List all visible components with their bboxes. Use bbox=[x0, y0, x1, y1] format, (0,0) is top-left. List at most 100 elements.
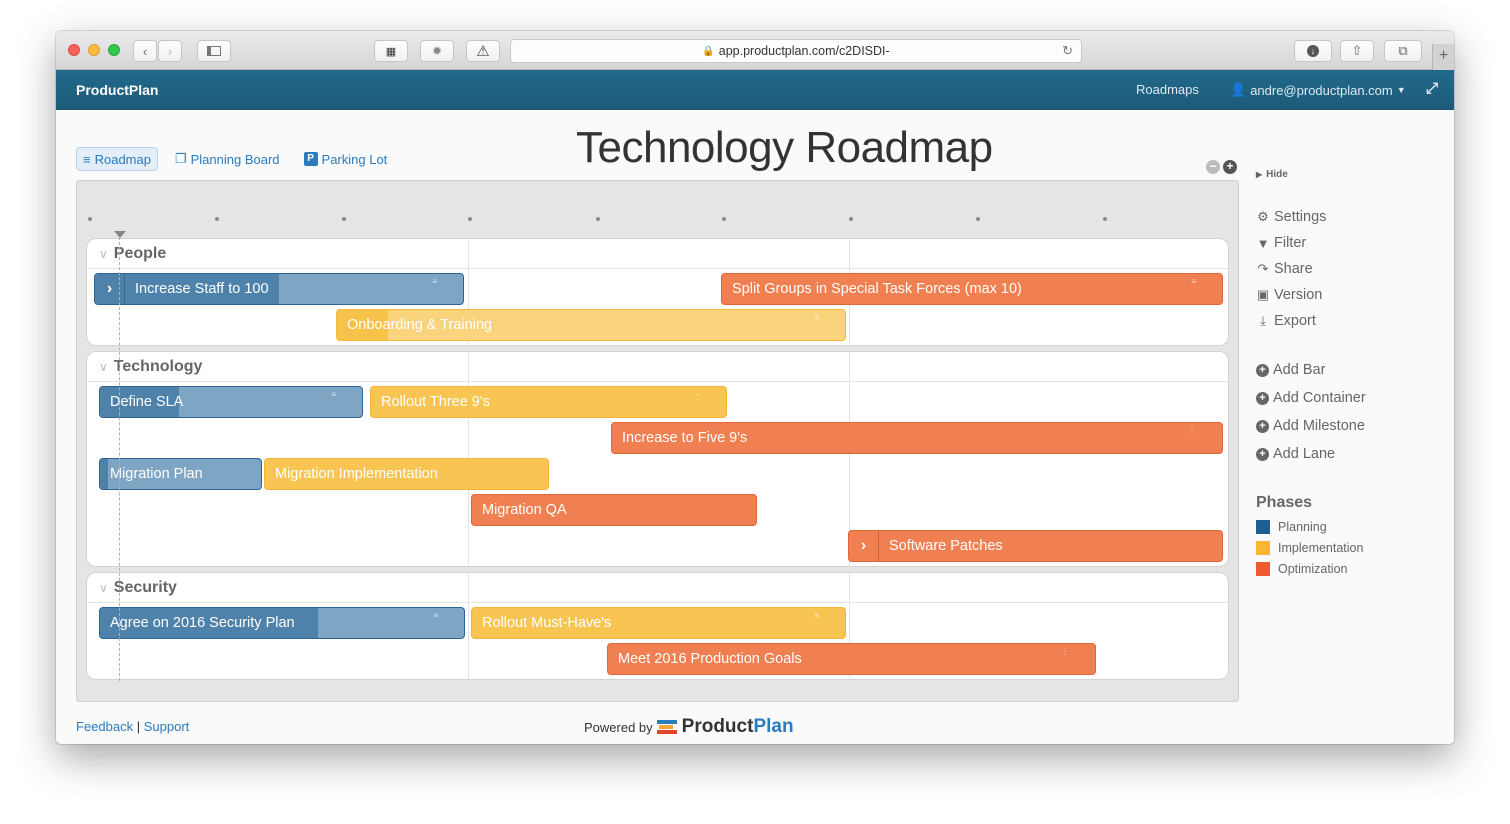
timeline-tick bbox=[976, 217, 980, 221]
settings-button[interactable]: ⚙ Settings bbox=[1256, 204, 1366, 230]
chevron-right-icon[interactable]: › bbox=[849, 531, 879, 561]
drag-handle-icon[interactable]: ≡ bbox=[432, 277, 437, 286]
phase-planning: Planning bbox=[1256, 516, 1366, 537]
nav-roadmaps-link[interactable]: Roadmaps bbox=[1136, 82, 1199, 97]
plus-circle-icon: + bbox=[1256, 391, 1269, 405]
new-tab-button[interactable]: + bbox=[1432, 44, 1454, 70]
bar-label: Rollout Three 9's bbox=[381, 394, 490, 410]
plus-circle-icon: + bbox=[1256, 363, 1269, 377]
lane-technology: ∨ Technology Define SLA ≡ Rollout Three … bbox=[86, 351, 1229, 567]
roadmap-bar[interactable]: Migration QA bbox=[471, 494, 757, 526]
bar-label: Rollout Must-Have's bbox=[482, 615, 612, 631]
back-button[interactable]: ‹ bbox=[133, 40, 157, 62]
gear-icon: ⚙ bbox=[1257, 209, 1269, 224]
warning-extension-button[interactable]: ⚠ bbox=[466, 40, 500, 62]
tabs-overview-button[interactable]: ⧉ bbox=[1384, 40, 1422, 62]
zoom-out-icon[interactable]: − bbox=[1206, 160, 1220, 174]
page-title: Technology Roadmap bbox=[576, 123, 993, 172]
roadmap-bar[interactable]: › Increase Staff to 100 ≡ bbox=[94, 273, 464, 305]
drag-handle-icon[interactable]: ⋮ bbox=[1061, 647, 1069, 656]
downloads-button[interactable]: ↓ bbox=[1294, 40, 1332, 62]
tab-roadmap[interactable]: ≡ Roadmap bbox=[76, 147, 158, 171]
action-label: Add Lane bbox=[1273, 446, 1336, 462]
roadmap-bar[interactable]: Rollout Must-Have's ≡ bbox=[471, 607, 846, 639]
productplan-wordmark[interactable]: ProductPlan bbox=[682, 716, 794, 738]
share-button[interactable]: ↷ Share bbox=[1256, 256, 1366, 282]
support-link[interactable]: Support bbox=[144, 719, 190, 734]
chevron-down-icon[interactable]: ∨ bbox=[99, 581, 108, 595]
hide-label: Hide bbox=[1266, 169, 1288, 180]
drag-handle-icon[interactable]: ≡ bbox=[1191, 277, 1196, 286]
tab-planning-board[interactable]: ❐ Planning Board bbox=[168, 147, 287, 171]
feedback-link[interactable]: Feedback bbox=[76, 719, 133, 734]
action-label: Add Bar bbox=[1273, 362, 1326, 378]
roadmap-bar[interactable]: Meet 2016 Production Goals ⋮ bbox=[607, 643, 1096, 675]
add-lane-button[interactable]: + Add Lane bbox=[1256, 440, 1366, 468]
bug-icon: ✹ bbox=[431, 44, 443, 58]
powered-by-text: Powered by bbox=[584, 719, 653, 735]
roadmap-bar[interactable]: Migration Plan bbox=[99, 458, 262, 490]
chevron-right-icon: › bbox=[167, 43, 173, 59]
view-tabs: ≡ Roadmap ❐ Planning Board P Parking Lot bbox=[76, 147, 394, 171]
sidebar-toggle-button[interactable] bbox=[197, 40, 231, 62]
roadmap-bar[interactable]: Define SLA ≡ bbox=[99, 386, 363, 418]
download-icon: ↓ bbox=[1307, 45, 1319, 57]
drag-handle-icon[interactable]: ≡ bbox=[331, 390, 336, 399]
chevron-down-icon[interactable]: ∨ bbox=[99, 360, 108, 374]
drag-handle-icon[interactable]: − bbox=[695, 390, 700, 399]
warning-icon: ⚠ bbox=[476, 43, 490, 60]
roadmap-bar[interactable]: Increase to Five 9's ⋮ bbox=[611, 422, 1223, 454]
lane-header[interactable]: ∨ Security bbox=[87, 573, 1228, 603]
add-bar-button[interactable]: + Add Bar bbox=[1256, 356, 1366, 384]
roadmap-bar[interactable]: Agree on 2016 Security Plan ≡ bbox=[99, 607, 465, 639]
zoom-in-icon[interactable]: + bbox=[1223, 160, 1237, 174]
hide-sidebar-button[interactable]: ▶ Hide bbox=[1256, 169, 1366, 180]
fullscreen-icon[interactable]: ⤢ bbox=[1426, 80, 1438, 97]
share-button[interactable]: ⇧ bbox=[1340, 40, 1374, 62]
debug-extension-button[interactable]: ✹ bbox=[420, 40, 454, 62]
user-menu[interactable]: 👤 andre@productplan.com ▼ bbox=[1230, 82, 1406, 98]
version-button[interactable]: ▣ Version bbox=[1256, 282, 1366, 308]
maximize-window-button[interactable] bbox=[108, 44, 120, 56]
reload-icon[interactable]: ↻ bbox=[1062, 43, 1073, 59]
export-button[interactable]: ⤓ Export bbox=[1256, 308, 1366, 334]
forward-button[interactable]: › bbox=[158, 40, 182, 62]
logo-product: Product bbox=[681, 716, 754, 737]
roadmap-bar[interactable]: Onboarding & Training ≡ bbox=[336, 309, 846, 341]
phase-swatch bbox=[1256, 561, 1270, 576]
minimize-window-button[interactable] bbox=[88, 44, 100, 56]
share-icon: ↷ bbox=[1257, 261, 1269, 276]
roadmap-bar[interactable]: › Software Patches bbox=[848, 530, 1223, 562]
roadmap-bar[interactable]: Migration Implementation bbox=[264, 458, 549, 490]
filter-button[interactable]: ▼ Filter bbox=[1256, 230, 1366, 256]
timeline-tick bbox=[1103, 217, 1107, 221]
drag-handle-icon[interactable]: ⋮ bbox=[1188, 426, 1196, 435]
extension-button[interactable]: ▦ bbox=[374, 40, 408, 62]
plus-circle-icon: + bbox=[1256, 447, 1269, 461]
chevron-right-icon[interactable]: › bbox=[95, 274, 125, 304]
plus-circle-icon: + bbox=[1256, 419, 1269, 433]
caret-right-icon: ▶ bbox=[1256, 170, 1263, 179]
phase-label: Optimization bbox=[1278, 561, 1348, 576]
tab-parking-lot[interactable]: P Parking Lot bbox=[297, 147, 395, 171]
lock-icon: 🔒 bbox=[702, 45, 715, 57]
add-container-button[interactable]: + Add Container bbox=[1256, 384, 1366, 412]
bar-label: Software Patches bbox=[889, 538, 1003, 554]
today-marker-icon[interactable] bbox=[114, 231, 126, 238]
close-window-button[interactable] bbox=[68, 44, 80, 56]
drag-handle-icon[interactable]: ≡ bbox=[433, 611, 438, 620]
roadmap-bar[interactable]: Split Groups in Special Task Forces (max… bbox=[721, 273, 1223, 305]
chevron-left-icon: ‹ bbox=[142, 43, 148, 59]
lane-header[interactable]: ∨ Technology bbox=[87, 352, 1228, 382]
address-bar[interactable]: 🔒 app.productplan.com/c2DISDI- ↻ bbox=[510, 39, 1082, 63]
timeline-tick bbox=[849, 217, 853, 221]
chevron-down-icon[interactable]: ∨ bbox=[99, 247, 108, 261]
roadmap-bar[interactable]: Rollout Three 9's − bbox=[370, 386, 727, 418]
drag-handle-icon[interactable]: ≡ bbox=[814, 611, 819, 620]
add-milestone-button[interactable]: + Add Milestone bbox=[1256, 412, 1366, 440]
lane-header[interactable]: ∨ People bbox=[87, 239, 1228, 269]
drag-handle-icon[interactable]: ≡ bbox=[814, 313, 819, 322]
tab-label: Roadmap bbox=[94, 151, 151, 167]
brand-link[interactable]: ProductPlan bbox=[76, 82, 158, 98]
planning-board-icon: ❐ bbox=[174, 151, 187, 166]
